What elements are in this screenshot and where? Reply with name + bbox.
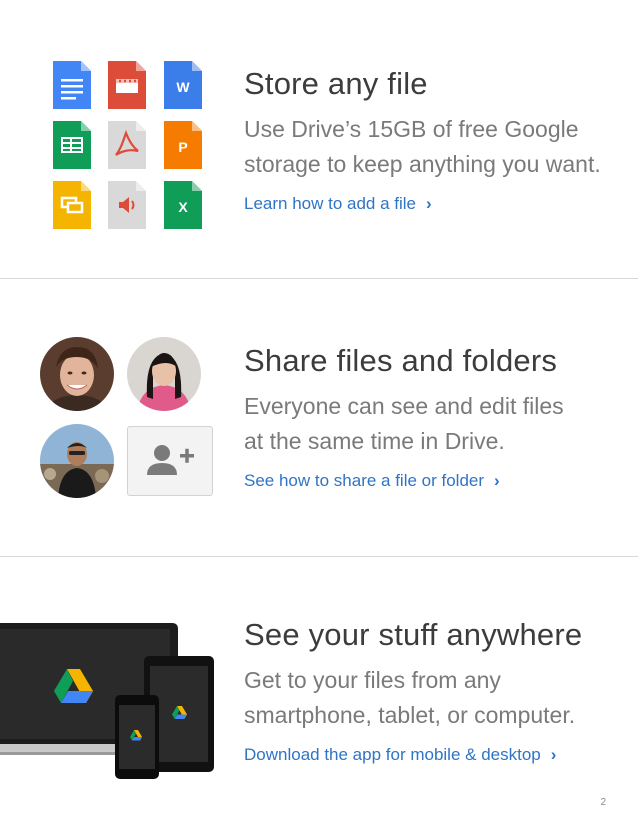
powerpoint-icon: P — [164, 121, 202, 169]
excel-icon: X — [164, 181, 202, 229]
store-any-file-text: Store any file Use Drive’s 15GB of free … — [244, 66, 601, 214]
avatar — [127, 337, 201, 411]
word-icon: W — [164, 61, 202, 109]
slides-icon — [53, 181, 91, 229]
share-files-section: Share files and folders Everyone can see… — [0, 279, 638, 556]
learn-add-file-link[interactable]: Learn how to add a file › — [244, 194, 432, 214]
download-app-link[interactable]: Download the app for mobile & desktop › — [244, 745, 556, 765]
section-description: Everyone can see and edit files at the s… — [244, 393, 564, 454]
svg-text:W: W — [176, 79, 190, 95]
docs-icon — [53, 61, 91, 109]
sheets-icon — [53, 121, 91, 169]
svg-text:P: P — [178, 139, 187, 155]
store-any-file-section: W P X Store any file Use Drive’s 15GB of… — [0, 0, 638, 278]
avatar — [40, 337, 114, 411]
chevron-right-icon: › — [494, 471, 500, 490]
share-file-folder-link[interactable]: See how to share a file or folder › — [244, 471, 500, 491]
section-title: Share files and folders — [244, 343, 558, 378]
devices-illustration — [0, 623, 214, 779]
page-number: 2 — [600, 797, 606, 808]
video-icon — [108, 61, 146, 109]
section-description: Get to your files from any smartphone, t… — [244, 667, 576, 728]
share-files-text: Share files and folders Everyone can see… — [244, 343, 564, 491]
chevron-right-icon: › — [426, 194, 432, 213]
see-anywhere-text: See your stuff anywhere Get to your file… — [244, 617, 582, 765]
svg-text:X: X — [178, 199, 188, 215]
section-description: Use Drive’s 15GB of free Google storage … — [244, 116, 601, 177]
see-anywhere-section: See your stuff anywhere Get to your file… — [0, 557, 638, 826]
audio-icon — [108, 181, 146, 229]
add-person-button[interactable] — [127, 426, 213, 496]
add-person-icon — [147, 445, 194, 475]
chevron-right-icon: › — [550, 745, 557, 764]
pdf-icon — [108, 121, 146, 169]
avatar — [40, 424, 114, 498]
section-title: See your stuff anywhere — [244, 617, 583, 652]
section-title: Store any file — [244, 66, 428, 101]
